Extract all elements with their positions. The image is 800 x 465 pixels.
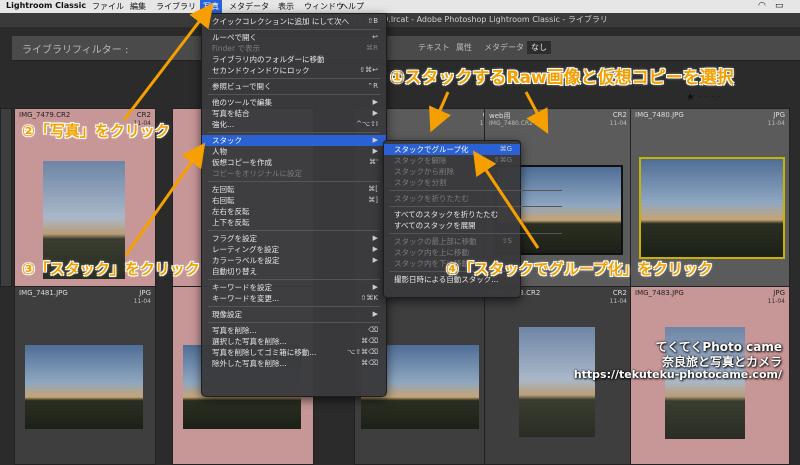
watermark-url: https://tekuteku-photocame.com/ — [573, 368, 782, 381]
arrow-to-virtual-copy — [524, 91, 549, 134]
annotation-step-2: ②「写真」をクリック — [22, 122, 170, 140]
arrow-to-raw-cell — [429, 91, 452, 133]
annotation-step-1: ①スタックするRaw画像と仮想コピーを選択 — [390, 68, 734, 88]
annotation-step-3: ③「スタック」をクリック — [22, 260, 200, 278]
annotation-step-4: ④「スタックでグループ化」をクリック — [446, 260, 713, 278]
arrow-to-photo-menu — [122, 2, 214, 121]
arrow-to-stack-item — [124, 142, 206, 256]
arrow-to-group-stack — [473, 150, 540, 249]
